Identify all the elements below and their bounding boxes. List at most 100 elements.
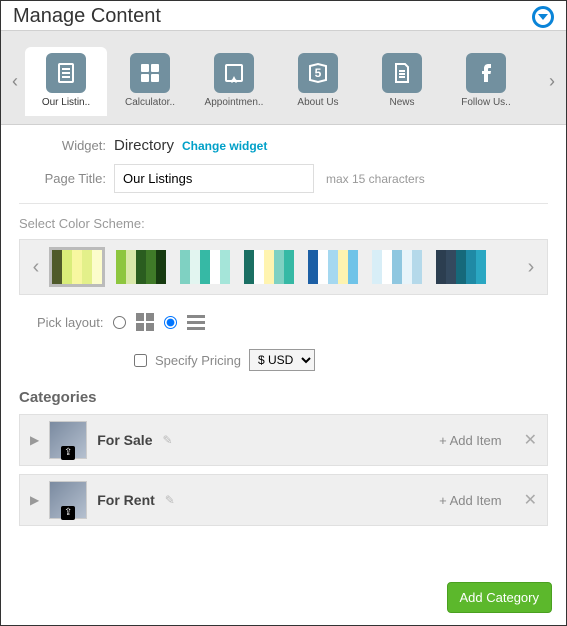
add-item-link[interactable]: + Add Item	[439, 433, 502, 448]
category-thumbnail[interactable]	[49, 481, 87, 519]
tab-icon	[214, 53, 254, 93]
tabs-prev-icon[interactable]: ‹	[5, 47, 25, 117]
color-swatch	[382, 250, 392, 284]
edit-icon[interactable]: ✎	[165, 493, 175, 507]
category-thumbnail[interactable]	[49, 421, 87, 459]
color-scheme-2[interactable]	[180, 250, 230, 284]
tab-our-listin-[interactable]: Our Listin..	[25, 47, 107, 116]
color-swatch	[348, 250, 358, 284]
tab-news[interactable]: News	[361, 47, 443, 116]
grid-icon[interactable]	[136, 313, 154, 331]
expand-icon[interactable]: ▶	[30, 493, 39, 507]
page-title-hint: max 15 characters	[326, 172, 425, 186]
color-scheme-4[interactable]	[308, 250, 358, 284]
add-item-link[interactable]: + Add Item	[439, 493, 502, 508]
category-name: For Sale	[97, 432, 152, 448]
tab-about-us[interactable]: 5 About Us	[277, 47, 359, 116]
color-scheme-1[interactable]	[116, 250, 166, 284]
color-swatch	[92, 250, 102, 284]
color-swatch	[264, 250, 274, 284]
tab-calculator-[interactable]: Calculator..	[109, 47, 191, 116]
tab-label: Our Listin..	[27, 97, 105, 108]
color-swatch	[244, 250, 254, 284]
color-swatch	[62, 250, 72, 284]
color-swatch	[308, 250, 318, 284]
color-scheme-5[interactable]	[372, 250, 422, 284]
tab-icon: 5	[298, 53, 338, 93]
color-scheme-bar: ‹ ›	[19, 239, 548, 295]
delete-icon[interactable]: ✕	[524, 490, 537, 510]
color-swatch	[284, 250, 294, 284]
color-swatch	[146, 250, 156, 284]
color-swatch	[466, 250, 476, 284]
color-scheme-6[interactable]	[436, 250, 486, 284]
color-swatch	[372, 250, 382, 284]
color-swatch	[318, 250, 328, 284]
layout-list-radio[interactable]	[164, 316, 177, 329]
color-swatch	[338, 250, 348, 284]
color-swatch	[156, 250, 166, 284]
tab-label: News	[363, 97, 441, 108]
color-swatch	[116, 250, 126, 284]
svg-text:5: 5	[315, 66, 322, 80]
color-swatch	[52, 250, 62, 284]
color-swatch	[402, 250, 412, 284]
change-widget-link[interactable]: Change widget	[182, 139, 267, 153]
tab-icon	[46, 53, 86, 93]
layout-grid-radio[interactable]	[113, 316, 126, 329]
tabs-next-icon[interactable]: ›	[542, 47, 562, 117]
currency-select[interactable]: $ USD	[249, 349, 315, 371]
tab-icon	[466, 53, 506, 93]
color-swatch	[456, 250, 466, 284]
page-title-label: Page Title:	[19, 171, 114, 186]
color-swatch	[254, 250, 264, 284]
specify-pricing-checkbox[interactable]	[134, 354, 147, 367]
edit-icon[interactable]: ✎	[162, 433, 172, 447]
color-swatch	[180, 250, 190, 284]
color-swatch	[136, 250, 146, 284]
list-icon[interactable]	[187, 315, 205, 330]
color-swatch	[446, 250, 456, 284]
color-swatch	[126, 250, 136, 284]
color-swatch	[274, 250, 284, 284]
category-name: For Rent	[97, 492, 155, 508]
color-swatch	[476, 250, 486, 284]
page-title: Manage Content	[13, 5, 161, 28]
color-scheme-3[interactable]	[244, 250, 294, 284]
color-swatch	[210, 250, 220, 284]
tab-label: Follow Us..	[447, 97, 525, 108]
color-swatch	[82, 250, 92, 284]
tab-appointmen-[interactable]: Appointmen..	[193, 47, 275, 116]
tab-label: About Us	[279, 97, 357, 108]
widget-value: Directory	[114, 137, 174, 154]
delete-icon[interactable]: ✕	[524, 430, 537, 450]
tab-icon	[382, 53, 422, 93]
category-row: ▶ For Rent ✎ + Add Item ✕	[19, 474, 548, 526]
color-swatch	[328, 250, 338, 284]
category-row: ▶ For Sale ✎ + Add Item ✕	[19, 414, 548, 466]
color-scheme-label: Select Color Scheme:	[19, 216, 548, 231]
color-next-icon[interactable]: ›	[519, 256, 543, 279]
color-swatch	[200, 250, 210, 284]
add-category-button[interactable]: Add Category	[447, 582, 553, 613]
color-prev-icon[interactable]: ‹	[24, 256, 48, 279]
color-swatch	[190, 250, 200, 284]
page-title-input[interactable]	[114, 164, 314, 193]
color-scheme-0[interactable]	[52, 250, 102, 284]
header-dropdown-icon[interactable]	[532, 6, 554, 28]
color-swatch	[72, 250, 82, 284]
color-swatch	[220, 250, 230, 284]
color-swatch	[412, 250, 422, 284]
specify-pricing-label: Specify Pricing	[155, 353, 241, 368]
tab-follow-us-[interactable]: Follow Us..	[445, 47, 527, 116]
expand-icon[interactable]: ▶	[30, 433, 39, 447]
color-swatch	[392, 250, 402, 284]
tab-label: Calculator..	[111, 97, 189, 108]
tab-icon	[130, 53, 170, 93]
layout-label: Pick layout:	[37, 315, 103, 330]
widget-label: Widget:	[19, 138, 114, 153]
categories-heading: Categories	[19, 389, 548, 406]
color-swatch	[436, 250, 446, 284]
tab-label: Appointmen..	[195, 97, 273, 108]
tabs-bar: ‹ Our Listin.. Calculator.. Appointmen.. 5 A…	[1, 30, 566, 125]
